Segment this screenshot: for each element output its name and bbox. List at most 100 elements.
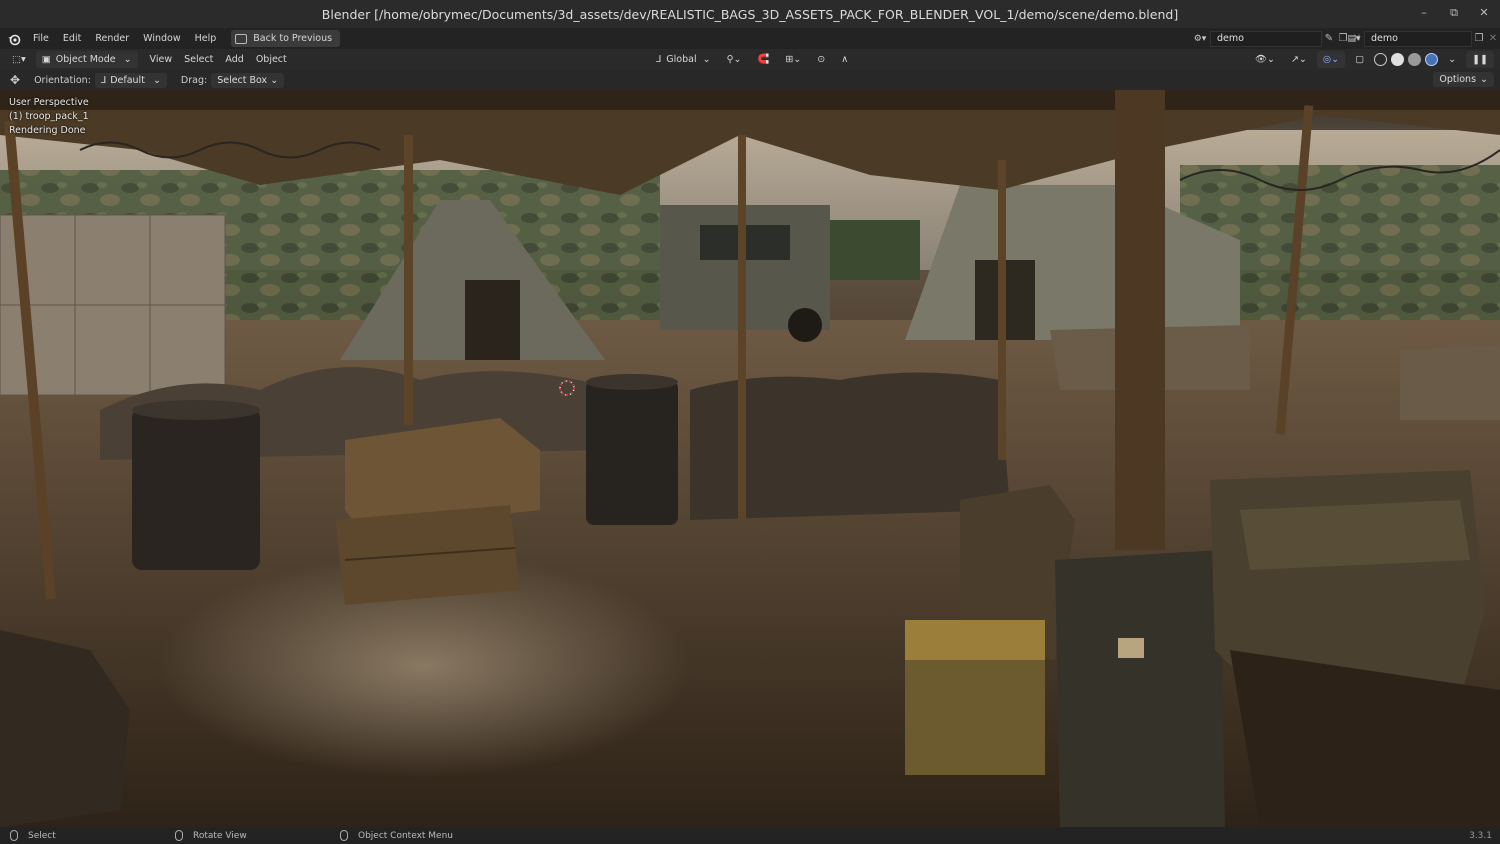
tent-door: [465, 280, 520, 360]
maximize-icon[interactable]: ⧉: [1448, 6, 1460, 20]
tent-pole: [738, 135, 746, 520]
menu-view[interactable]: View: [144, 51, 179, 68]
view-layer-icon[interactable]: ▤▾: [1344, 31, 1364, 46]
scene-icon[interactable]: ⚙▾: [1190, 31, 1210, 46]
orientation-axes-icon: ⅃: [656, 54, 662, 65]
scene-name-value: demo: [1217, 33, 1244, 44]
backpack: [1055, 550, 1225, 827]
rendered-scene: [0, 90, 1500, 827]
mouse-right-icon: [340, 830, 348, 841]
status-bar: Select Rotate View Object Context Menu 3…: [0, 827, 1500, 844]
menu-edit[interactable]: Edit: [56, 33, 88, 44]
status-context: Object Context Menu: [340, 830, 453, 841]
pivot-point-icon[interactable]: ⚲⌄: [721, 51, 748, 68]
menu-select[interactable]: Select: [178, 51, 219, 68]
menu-add[interactable]: Add: [219, 51, 249, 68]
status-select-label: Select: [28, 830, 56, 841]
object-mode-label: Object Mode: [55, 54, 116, 65]
sidebar-toggle-icon[interactable]: ❚❚: [1466, 51, 1494, 68]
chevron-down-icon: ⌄: [123, 54, 132, 65]
chevron-down-icon: ⌄: [702, 54, 711, 65]
barrel-center: [586, 380, 678, 525]
delete-view-layer-icon[interactable]: ✕: [1486, 32, 1500, 46]
truck-wheel: [788, 308, 822, 342]
backpack-flag: [1118, 638, 1144, 658]
drag-value: Select Box: [217, 74, 268, 86]
view-layer-value: demo: [1371, 33, 1398, 44]
options-label: Options: [1439, 74, 1477, 85]
window-title-bar: Blender [/home/obrymec/Documents/3d_asse…: [0, 0, 1500, 28]
rendered-shading-icon[interactable]: [1425, 53, 1439, 66]
object-mode-icon: ▣: [41, 54, 51, 65]
menu-file[interactable]: File: [26, 33, 56, 44]
mouse-middle-icon: [175, 830, 183, 841]
menu-render[interactable]: Render: [88, 33, 136, 44]
shading-options-icon[interactable]: ⌄: [1442, 51, 1462, 68]
overlays-icon[interactable]: ◎⌄: [1316, 51, 1346, 68]
pin-icon[interactable]: ✎: [1322, 32, 1336, 46]
menu-window[interactable]: Window: [136, 33, 187, 44]
snap-icon[interactable]: 🧲: [752, 51, 776, 68]
tent-pole: [404, 135, 413, 425]
falloff-icon[interactable]: ∧: [835, 51, 854, 68]
proportional-edit-icon[interactable]: ⊙: [811, 51, 831, 68]
3d-viewport[interactable]: User Perspective (1) troop_pack_1 Render…: [0, 90, 1500, 827]
window-controls: – ⧉ ✕: [1418, 6, 1490, 20]
status-context-label: Object Context Menu: [358, 830, 454, 841]
viewport-render-status-label: Rendering Done: [9, 125, 86, 136]
chevron-down-icon: ⌄: [270, 74, 279, 86]
view-layer-field[interactable]: demo: [1364, 30, 1472, 47]
window-title: Blender [/home/obrymec/Documents/3d_asse…: [321, 6, 1179, 22]
chevron-down-icon: ⌄: [1480, 74, 1488, 85]
tent-pole-main: [1115, 90, 1165, 550]
object-mode-dropdown[interactable]: ▣ Object Mode ⌄: [35, 51, 138, 68]
gizmo-icon[interactable]: ↗⌄: [1285, 51, 1313, 68]
orientation-dropdown[interactable]: ⅃ Default ⌄: [94, 72, 167, 88]
transform-orientation-label: Global: [666, 54, 697, 65]
editor-type-button[interactable]: ⬚▾: [6, 51, 32, 68]
close-icon[interactable]: ✕: [1478, 6, 1490, 20]
canopy-shade: [0, 90, 1500, 110]
orientation-label: Orientation:: [34, 74, 91, 86]
menu-object[interactable]: Object: [250, 51, 293, 68]
viewport-perspective-label: User Perspective: [9, 97, 89, 108]
visibility-icon[interactable]: 👁⌄: [1249, 51, 1281, 68]
duffel-pattern: [1240, 500, 1470, 570]
orientation-axes-icon: ⅃: [100, 74, 107, 86]
xray-icon[interactable]: ▢: [1349, 51, 1370, 68]
options-dropdown[interactable]: Options ⌄: [1433, 72, 1494, 87]
back-to-previous-button[interactable]: Back to Previous: [231, 30, 341, 47]
move-tool-icon[interactable]: ✥: [10, 73, 20, 87]
viewport-display-tools: 👁⌄ ↗⌄ ◎⌄ ▢ ⌄ ❚❚: [1249, 50, 1494, 69]
sandbags-far-right: [1400, 345, 1500, 420]
orientation-value: Default: [110, 74, 145, 86]
drag-label: Drag:: [180, 74, 208, 86]
tent-pole: [998, 160, 1006, 460]
status-rotate: Rotate View: [175, 830, 247, 841]
screen-icon: [235, 33, 248, 44]
viewport-active-object-label: (1) troop_pack_1: [9, 111, 89, 122]
scene-selector[interactable]: ⚙▾ demo ✎ ❐ ✕: [1190, 30, 1364, 47]
menu-help[interactable]: Help: [188, 33, 224, 44]
drag-dropdown[interactable]: Select Box ⌄: [211, 72, 285, 88]
back-to-previous-label: Back to Previous: [253, 33, 333, 44]
chevron-down-icon: ⌄: [152, 74, 161, 86]
scene-name-field[interactable]: demo: [1210, 30, 1322, 47]
tool-settings-bar: ✥ Orientation: ⅃ Default ⌄ Drag: Select …: [0, 70, 1500, 90]
new-view-layer-icon[interactable]: ❐: [1472, 32, 1486, 46]
transform-tools: ⅃ Global ⌄ ⚲⌄ 🧲 ⊞⌄ ⊙ ∧: [650, 50, 854, 69]
view-layer-selector[interactable]: ▤▾ demo ❐ ✕: [1344, 30, 1500, 47]
status-rotate-label: Rotate View: [193, 830, 247, 841]
status-select: Select: [10, 830, 56, 841]
transform-orientation-dropdown[interactable]: ⅃ Global ⌄: [650, 51, 717, 68]
minimize-icon[interactable]: –: [1418, 6, 1430, 20]
material-shading-icon[interactable]: [1408, 53, 1422, 66]
barrel-left: [132, 408, 260, 570]
snap-target-icon[interactable]: ⊞⌄: [779, 51, 807, 68]
blender-logo-icon[interactable]: [6, 31, 22, 47]
viewport-header: ⬚▾ ▣ Object Mode ⌄ View Select Add Objec…: [0, 49, 1500, 70]
version-label: 3.3.1: [1469, 830, 1492, 841]
solid-shading-icon[interactable]: [1391, 53, 1405, 66]
wireframe-shading-icon[interactable]: [1374, 53, 1388, 66]
mouse-left-icon: [10, 830, 18, 841]
